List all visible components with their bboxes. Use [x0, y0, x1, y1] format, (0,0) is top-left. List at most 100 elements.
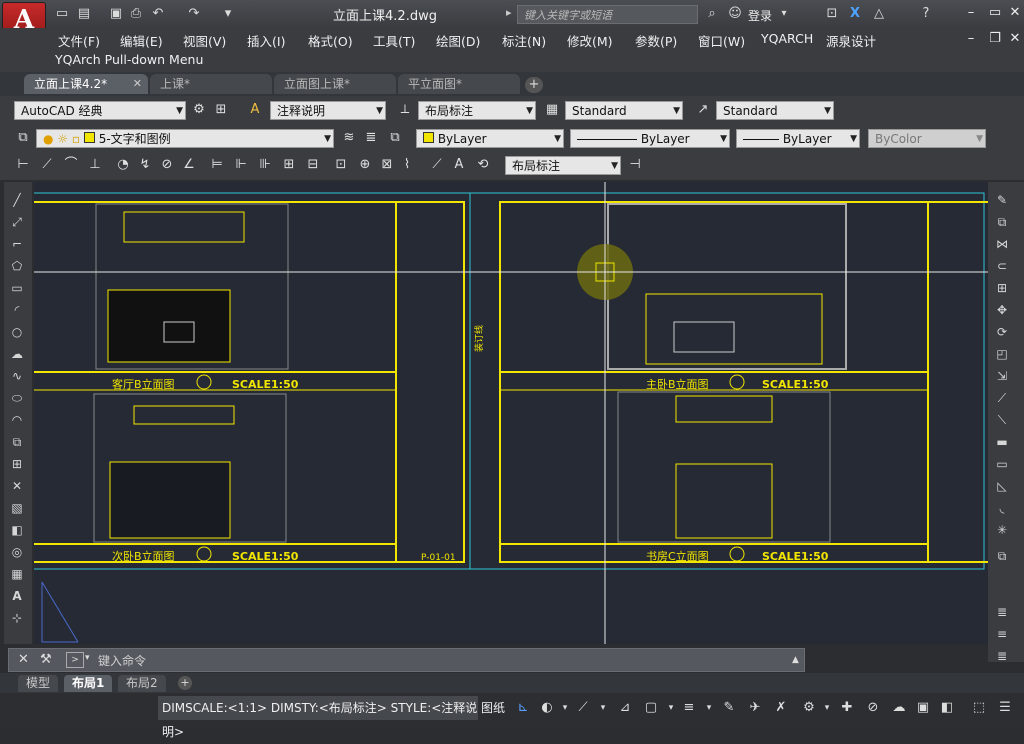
menu-modify[interactable]: 修改(M): [567, 31, 613, 50]
exchange-icon[interactable]: ⊡: [823, 5, 841, 23]
isodraft-icon[interactable]: ⟋: [574, 699, 592, 717]
hatch-icon[interactable]: ▧: [8, 500, 26, 516]
dim-text-edit-icon[interactable]: A: [450, 156, 468, 174]
menu-yqarch-pulldown[interactable]: YQArch Pull-down Menu: [55, 52, 203, 67]
polygon-icon[interactable]: ⬠: [8, 258, 26, 274]
multileader-style-icon[interactable]: ↗: [694, 101, 712, 119]
osnap-tracking-icon[interactable]: ▢: [642, 699, 660, 717]
workspace-switch-icon[interactable]: ⚙: [800, 699, 818, 717]
mirror-icon[interactable]: ⋈: [993, 236, 1011, 252]
text-style-icon[interactable]: A: [246, 101, 264, 119]
add-selected-icon[interactable]: ⊹: [8, 610, 26, 626]
plotstyle-select[interactable]: ByColor ▼: [868, 129, 986, 148]
dim-style-select-2[interactable]: 布局标注 ▼: [505, 156, 621, 175]
save-icon[interactable]: ▣: [108, 6, 124, 22]
polar-tracking-icon[interactable]: ◐: [538, 699, 556, 717]
layer-state-icon[interactable]: ⧉: [386, 129, 404, 147]
fillet-icon[interactable]: ◟: [993, 500, 1011, 516]
layer-previous-icon[interactable]: ≣: [362, 129, 380, 147]
offset-icon[interactable]: ⊂: [993, 258, 1011, 274]
trim-icon[interactable]: ⟋: [993, 390, 1011, 406]
new-icon[interactable]: ▭: [54, 6, 70, 22]
dim-space-icon[interactable]: ⊞: [280, 156, 298, 174]
doc-restore-button[interactable]: ❐: [984, 30, 1006, 48]
ungroup-icon[interactable]: ≣: [993, 648, 1011, 664]
undo-icon[interactable]: ↶: [150, 6, 166, 22]
break-icon[interactable]: ▬: [993, 434, 1011, 450]
move-icon[interactable]: ✥: [993, 302, 1011, 318]
rectangle-icon[interactable]: ▭: [8, 280, 26, 296]
mtext-icon[interactable]: A: [8, 588, 26, 604]
doc-close-button[interactable]: ✕: [1004, 30, 1024, 48]
revision-cloud-icon[interactable]: ☁: [8, 346, 26, 362]
new-layout-button[interactable]: +: [178, 676, 192, 690]
array-icon[interactable]: ⊞: [993, 280, 1011, 296]
angular-dim-icon[interactable]: ∠: [180, 156, 198, 174]
drawing-canvas[interactable]: 客厅B立面图 SCALE1:50 主卧B立面图 SCALE1:50 次卧B立面图…: [34, 182, 988, 644]
inspection-icon[interactable]: ⊠: [378, 156, 396, 174]
linetype-select[interactable]: ByLayer ▼: [570, 129, 730, 148]
expand-icon[interactable]: ▸: [506, 6, 512, 19]
isolate-objects-icon[interactable]: ◧: [938, 699, 956, 717]
table-style-icon[interactable]: ▦: [543, 101, 561, 119]
autodesk-icon[interactable]: △: [870, 5, 888, 23]
layer-select[interactable]: ● ☼ ▫ 5-文字和图例 ▼: [36, 129, 334, 148]
workspace-dropdown-icon[interactable]: ▾: [818, 699, 836, 717]
menu-file[interactable]: 文件(F): [58, 31, 100, 50]
scale-icon[interactable]: ◰: [993, 346, 1011, 362]
tab-layout1[interactable]: 布局1: [64, 675, 113, 692]
aligned-dim-icon[interactable]: ⟋: [38, 156, 56, 174]
doc-minimize-button[interactable]: –: [960, 30, 982, 48]
radius-dim-icon[interactable]: ◔: [114, 156, 132, 174]
menu-yuanquan[interactable]: 源泉设计: [826, 31, 876, 50]
multileader-style-select[interactable]: Standard ▼: [716, 101, 834, 120]
make-block-icon[interactable]: ⊞: [8, 456, 26, 472]
search-input[interactable]: 键入关键字或短语: [517, 5, 698, 24]
tab-file-3[interactable]: 立面图上课*: [274, 74, 396, 94]
circle-icon[interactable]: ○: [8, 324, 26, 340]
text-style-select[interactable]: 注释说明 ▼: [270, 101, 386, 120]
dimension-style-select[interactable]: 布局标注 ▼: [418, 101, 536, 120]
jogged-linear-icon[interactable]: ⌇: [398, 156, 416, 174]
close-icon[interactable]: ✕: [18, 652, 29, 667]
table-style-select[interactable]: Standard ▼: [565, 101, 683, 120]
copy-icon[interactable]: ⧉: [993, 214, 1011, 230]
redo-icon[interactable]: ↷: [186, 6, 202, 22]
user-icon[interactable]: ☺: [726, 5, 744, 23]
chamfer-icon[interactable]: ◺: [993, 478, 1011, 494]
layer-tools-icon[interactable]: ≣: [993, 604, 1011, 620]
spline-icon[interactable]: ∿: [8, 368, 26, 384]
lineweight-dropdown-icon[interactable]: ▾: [700, 699, 718, 717]
draw-order-icon[interactable]: ⧉: [993, 548, 1011, 564]
recent-commands-icon[interactable]: ▾: [85, 653, 90, 663]
workspace-select[interactable]: AutoCAD 经典 ▼: [14, 101, 186, 120]
close-button[interactable]: ✕: [1004, 4, 1024, 22]
extend-icon[interactable]: ⟍: [993, 412, 1011, 428]
x-exchange-icon[interactable]: X: [846, 5, 864, 23]
print-icon[interactable]: ⎙: [128, 6, 144, 22]
annotation-visibility-icon[interactable]: ✗: [772, 699, 790, 717]
rotate-icon[interactable]: ⟳: [993, 324, 1011, 340]
gradient-icon[interactable]: ◧: [8, 522, 26, 538]
annotation-scale-icon[interactable]: ✈: [746, 699, 764, 717]
menu-parameters[interactable]: 参数(P): [635, 31, 677, 50]
help-icon[interactable]: ?: [916, 5, 936, 23]
arc-icon[interactable]: ◜: [8, 302, 26, 318]
table-icon[interactable]: ▦: [8, 566, 26, 582]
dim-update-icon[interactable]: ⟲: [474, 156, 492, 174]
gear-icon[interactable]: ⚙: [190, 101, 208, 119]
annotation-monitor-icon[interactable]: ✚: [838, 699, 856, 717]
lineweight-toggle-icon[interactable]: ≡: [680, 699, 698, 717]
dimension-style-icon[interactable]: ⟂: [396, 101, 414, 119]
menu-window[interactable]: 窗口(W): [698, 31, 745, 50]
menu-dimension[interactable]: 标注(N): [502, 31, 546, 50]
ellipse-arc-icon[interactable]: ◠: [8, 412, 26, 428]
quick-dim-icon[interactable]: ⊨: [208, 156, 226, 174]
menu-view[interactable]: 视图(V): [183, 31, 226, 50]
command-input[interactable]: 键入命令: [98, 652, 146, 669]
quick-properties-icon[interactable]: ☁: [890, 699, 908, 717]
login-link[interactable]: 登录: [748, 7, 772, 24]
customization-icon[interactable]: ☰: [996, 699, 1014, 717]
polyline-icon[interactable]: ⌐: [8, 236, 26, 252]
menu-yqarch[interactable]: YQARCH: [761, 31, 813, 46]
